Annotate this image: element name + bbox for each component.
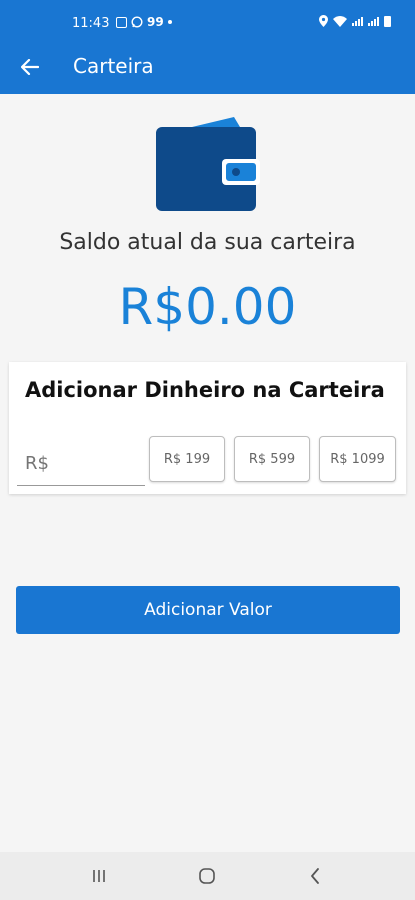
add-money-title: Adicionar Dinheiro na Carteira <box>25 378 385 402</box>
amount-input[interactable] <box>17 442 145 486</box>
add-money-card: Adicionar Dinheiro na Carteira R$ 199 R$… <box>9 362 406 494</box>
home-button[interactable] <box>192 864 222 888</box>
status-badge: 99 <box>147 15 164 29</box>
status-left-icons: 99 <box>116 15 172 29</box>
page-title: Carteira <box>73 54 154 78</box>
arrow-left-icon <box>21 59 39 75</box>
balance-value: R$0.00 <box>118 278 297 336</box>
signal-icon-2 <box>368 16 379 26</box>
whatsapp-icon <box>131 16 143 28</box>
app-header: 11:43 99 Carteira <box>0 0 415 94</box>
add-value-button[interactable]: Adicionar Valor <box>16 586 400 634</box>
toolbar: Carteira <box>0 40 415 94</box>
wallet-icon <box>156 117 260 211</box>
status-bar: 11:43 99 <box>0 0 415 40</box>
home-icon <box>199 868 215 884</box>
battery-icon <box>384 15 391 27</box>
dot-icon <box>167 20 172 24</box>
wifi-icon <box>333 15 347 27</box>
signal-icon <box>352 16 363 26</box>
status-right-icons <box>319 15 391 27</box>
system-nav-bar <box>0 852 415 900</box>
back-icon <box>311 868 319 884</box>
recent-apps-button[interactable] <box>84 864 114 888</box>
preset-amount-1099[interactable]: R$ 1099 <box>319 436 396 482</box>
back-button[interactable] <box>14 52 46 82</box>
preset-amount-199[interactable]: R$ 199 <box>149 436 225 482</box>
app-screen: 11:43 99 Carteira Saldo atual da sua car… <box>0 0 415 900</box>
status-time: 11:43 <box>72 16 110 31</box>
system-back-button[interactable] <box>300 864 330 888</box>
location-icon <box>319 15 328 27</box>
recent-apps-icon <box>93 870 105 882</box>
image-icon <box>116 16 127 28</box>
balance-label: Saldo atual da sua carteira <box>59 230 356 255</box>
preset-amount-599[interactable]: R$ 599 <box>234 436 310 482</box>
